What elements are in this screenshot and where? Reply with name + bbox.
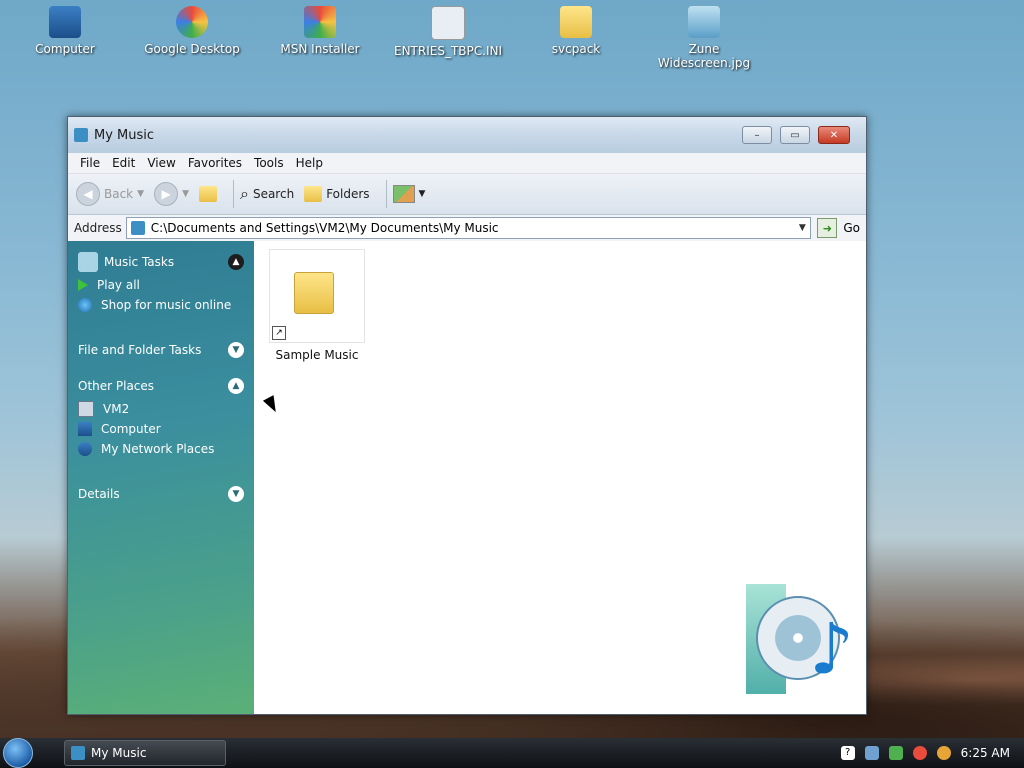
title-bar[interactable]: My Music – ▭ ✕ <box>68 117 866 153</box>
address-path: C:\Documents and Settings\VM2\My Documen… <box>150 221 499 235</box>
chevron-down-icon[interactable]: ▼ <box>228 342 244 358</box>
folders-button[interactable]: Folders <box>304 186 370 202</box>
address-input[interactable]: C:\Documents and Settings\VM2\My Documen… <box>125 217 812 239</box>
place-network[interactable]: My Network Places <box>68 439 254 459</box>
network-icon[interactable] <box>864 746 879 760</box>
menu-file[interactable]: File <box>74 156 106 170</box>
network-icon <box>78 442 92 456</box>
chevron-down-icon[interactable]: ▼ <box>228 486 244 502</box>
start-button[interactable] <box>0 738 36 768</box>
msn-icon <box>304 6 336 38</box>
windows-orb-icon <box>3 738 33 768</box>
address-bar: Address C:\Documents and Settings\VM2\My… <box>68 215 866 242</box>
chevron-up-icon[interactable]: ▲ <box>228 254 244 270</box>
panel-details[interactable]: Details ▼ <box>68 481 254 507</box>
folders-icon <box>304 186 323 202</box>
back-arrow-icon: ◀ <box>76 182 100 206</box>
desktop-icon-msn-installer[interactable]: MSN Installer <box>265 6 375 56</box>
place-computer[interactable]: Computer <box>68 419 254 439</box>
menu-help[interactable]: Help <box>290 156 329 170</box>
go-button[interactable]: ➜ Go <box>817 218 860 238</box>
place-vm2[interactable]: VM2 <box>68 399 254 419</box>
menu-view[interactable]: View <box>141 156 181 170</box>
task-play-all[interactable]: Play all <box>68 275 254 295</box>
computer-icon <box>49 6 81 38</box>
toolbar: ◀ Back ▼ ▶ ▼ ⌕ Search Folders ▼ <box>68 174 866 215</box>
google-desktop-icon[interactable] <box>912 746 927 760</box>
go-arrow-icon: ➜ <box>817 218 838 238</box>
minimize-button[interactable]: – <box>742 126 772 144</box>
menu-bar: File Edit View Favorites Tools Help <box>68 153 866 174</box>
search-button[interactable]: ⌕ Search <box>240 184 294 204</box>
explorer-window: My Music – ▭ ✕ File Edit View Favorites … <box>67 116 867 715</box>
desktop-icon-computer[interactable]: Computer <box>10 6 120 56</box>
folder-thumbnail: ↗ <box>269 249 365 343</box>
help-icon[interactable]: ? <box>840 746 855 760</box>
music-tasks-icon <box>78 252 98 272</box>
toolbar-separator <box>232 180 234 208</box>
search-icon[interactable] <box>936 746 951 760</box>
menu-favorites[interactable]: Favorites <box>182 156 248 170</box>
panel-file-folder-tasks[interactable]: File and Folder Tasks ▼ <box>68 337 254 363</box>
task-pane: Music Tasks ▲ Play all Shop for music on… <box>68 241 254 714</box>
window-body: Music Tasks ▲ Play all Shop for music on… <box>68 241 866 714</box>
system-tray: ? 6:25 AM <box>840 746 1024 760</box>
google-desktop-icon <box>176 6 208 38</box>
folder-icon <box>294 272 334 314</box>
forward-button[interactable]: ▶ ▼ <box>154 182 189 206</box>
up-folder-button[interactable] <box>198 186 217 202</box>
file-view: ↗ Sample Music ♪ <box>254 241 866 714</box>
window-title: My Music <box>94 127 155 143</box>
folder-name: Sample Music <box>275 348 359 362</box>
search-icon: ⌕ <box>239 184 249 203</box>
desktop-icon-zune-jpg[interactable]: Zune Widescreen.jpg <box>649 6 759 70</box>
toolbar-separator <box>385 180 387 208</box>
folder-icon <box>560 6 592 38</box>
window-icon <box>74 128 88 142</box>
globe-icon <box>78 298 92 312</box>
forward-arrow-icon: ▶ <box>154 182 179 206</box>
chevron-up-icon[interactable]: ▲ <box>228 378 244 394</box>
taskbar: My Music ? 6:25 AM <box>0 738 1024 768</box>
close-button[interactable]: ✕ <box>818 126 850 144</box>
menu-tools[interactable]: Tools <box>248 156 290 170</box>
taskbar-button-my-music[interactable]: My Music <box>64 740 226 766</box>
desktop-icon-svcpack[interactable]: svcpack <box>521 6 631 56</box>
desktop-icon-entries-ini[interactable]: ENTRIES_TBPC.INI <box>393 6 503 58</box>
computer-icon <box>78 422 92 436</box>
user-folder-icon <box>78 401 94 417</box>
play-icon <box>78 279 88 291</box>
panel-other-places[interactable]: Other Places ▲ <box>68 373 254 399</box>
music-folder-icon <box>130 221 145 235</box>
desktop-icon-google-desktop[interactable]: Google Desktop <box>137 6 247 56</box>
up-folder-icon <box>198 186 217 202</box>
shortcut-arrow-icon: ↗ <box>272 326 286 340</box>
music-folder-icon <box>71 746 85 760</box>
address-label: Address <box>74 221 122 235</box>
address-dropdown-icon[interactable]: ▼ <box>794 223 810 233</box>
messenger-icon[interactable] <box>888 746 903 760</box>
back-button[interactable]: ◀ Back ▼ <box>76 182 144 206</box>
views-button[interactable]: ▼ <box>392 185 426 203</box>
chevron-down-icon[interactable]: ▼ <box>137 189 144 199</box>
views-icon <box>392 185 415 203</box>
panel-music-tasks[interactable]: Music Tasks ▲ <box>68 249 254 275</box>
image-file-icon <box>688 6 720 38</box>
folder-item[interactable]: ↗ Sample Music <box>268 249 366 362</box>
music-watermark-icon: ♪ <box>746 584 858 706</box>
clock[interactable]: 6:25 AM <box>961 746 1010 760</box>
task-shop-music[interactable]: Shop for music online <box>68 295 254 315</box>
chevron-down-icon[interactable]: ▼ <box>182 189 189 199</box>
maximize-button[interactable]: ▭ <box>780 126 810 144</box>
ini-file-icon <box>431 6 465 40</box>
chevron-down-icon: ▼ <box>418 189 426 199</box>
menu-edit[interactable]: Edit <box>106 156 141 170</box>
